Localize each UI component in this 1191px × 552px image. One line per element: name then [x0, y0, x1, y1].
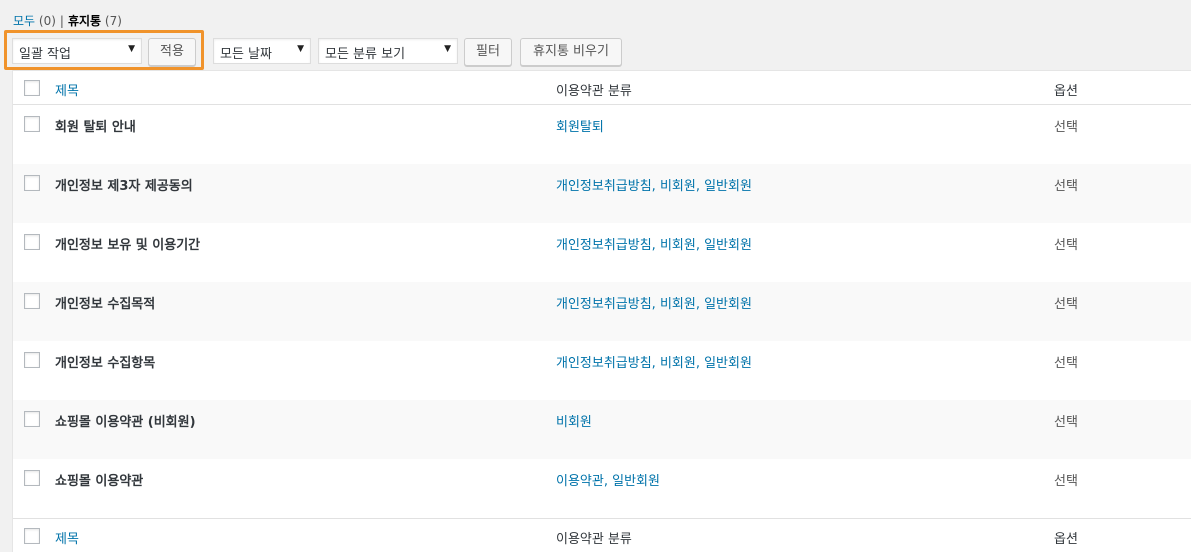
empty-trash-button[interactable]: 휴지통 비우기 [520, 38, 622, 66]
column-option-header: 옵션 [1054, 84, 1078, 99]
row-category-links[interactable]: 개인정보취급방침, 비회원, 일반회원 [556, 293, 752, 312]
bulk-action-select[interactable]: 일괄 작업 ▼ [12, 38, 142, 64]
row-option: 선택 [1054, 179, 1078, 194]
dropdown-arrow-icon: ▼ [444, 44, 451, 54]
row-option: 선택 [1054, 238, 1078, 253]
table-footer-row: 제목 이용약관 분류 옵션 [13, 518, 1191, 552]
column-title-sort-link[interactable]: 제목 [55, 80, 79, 99]
table-row: 쇼핑몰 이용약관 (비회원) 비회원 선택 [13, 400, 1191, 459]
row-option: 선택 [1054, 415, 1078, 430]
terms-table: 제목 이용약관 분류 옵션 회원 탈퇴 안내 회원탈퇴 선택 개인정보 제3자 제공동… [12, 70, 1191, 552]
dropdown-arrow-icon: ▼ [297, 44, 304, 54]
row-option: 선택 [1054, 120, 1078, 135]
column-option-header: 옵션 [1054, 532, 1078, 547]
category-filter-value: 모든 분류 보기 [325, 47, 406, 62]
filter-all-label: 모두 [13, 14, 36, 28]
date-filter-value: 모든 날짜 [220, 47, 272, 62]
row-checkbox[interactable] [24, 470, 40, 486]
filter-separator: | [59, 14, 64, 28]
column-category-header: 이용약관 분류 [556, 84, 632, 99]
table-row: 개인정보 수집목적 개인정보취급방침, 비회원, 일반회원 선택 [13, 282, 1191, 341]
row-category-links[interactable]: 개인정보취급방침, 비회원, 일반회원 [556, 234, 752, 253]
row-checkbox[interactable] [24, 411, 40, 427]
row-category-links[interactable]: 개인정보취급방침, 비회원, 일반회원 [556, 352, 752, 371]
row-category-links[interactable]: 회원탈퇴 [556, 116, 604, 135]
row-title-link[interactable]: 개인정보 제3자 제공동의 [55, 175, 193, 194]
row-option: 선택 [1054, 474, 1078, 489]
row-title-link[interactable]: 쇼핑몰 이용약관 [55, 470, 143, 489]
row-checkbox[interactable] [24, 352, 40, 368]
row-option: 선택 [1054, 356, 1078, 371]
select-all-checkbox[interactable] [24, 80, 40, 96]
row-title-link[interactable]: 회원 탈퇴 안내 [55, 116, 136, 135]
column-category-header: 이용약관 분류 [556, 532, 632, 547]
filter-trash-label: 휴지통 [67, 14, 102, 28]
row-checkbox[interactable] [24, 293, 40, 309]
row-checkbox[interactable] [24, 234, 40, 250]
row-option: 선택 [1054, 297, 1078, 312]
table-row: 개인정보 보유 및 이용기간 개인정보취급방침, 비회원, 일반회원 선택 [13, 223, 1191, 282]
row-title-link[interactable]: 개인정보 수집항목 [55, 352, 155, 371]
row-checkbox[interactable] [24, 116, 40, 132]
filter-trash-link[interactable]: 휴지통 [68, 14, 101, 28]
column-title-sort-link[interactable]: 제목 [55, 528, 79, 547]
table-row: 개인정보 제3자 제공동의 개인정보취급방침, 비회원, 일반회원 선택 [13, 164, 1191, 223]
table-row: 개인정보 수집항목 개인정보취급방침, 비회원, 일반회원 선택 [13, 341, 1191, 400]
table-row: 회원 탈퇴 안내 회원탈퇴 선택 [13, 105, 1191, 164]
filter-button[interactable]: 필터 [464, 38, 512, 66]
category-filter-select[interactable]: 모든 분류 보기 ▼ [318, 38, 458, 64]
row-title-link[interactable]: 쇼핑몰 이용약관 (비회원) [55, 411, 196, 430]
row-category-links[interactable]: 개인정보취급방침, 비회원, 일반회원 [556, 175, 752, 194]
apply-button[interactable]: 적용 [148, 38, 196, 66]
row-category-links[interactable]: 이용약관, 일반회원 [556, 470, 660, 489]
table-row: 쇼핑몰 이용약관 이용약관, 일반회원 선택 [13, 459, 1191, 518]
row-checkbox[interactable] [24, 175, 40, 191]
dropdown-arrow-icon: ▼ [128, 44, 135, 54]
filter-all-link[interactable]: 모두 (0) [13, 14, 56, 28]
status-filter-links: 모두 (0) | 휴지통 (7) [13, 12, 122, 29]
filter-all-count: (0) [38, 14, 56, 28]
select-all-checkbox[interactable] [24, 528, 40, 544]
row-category-links[interactable]: 비회원 [556, 411, 592, 430]
row-title-link[interactable]: 개인정보 보유 및 이용기간 [55, 234, 200, 253]
table-header-row: 제목 이용약관 분류 옵션 [13, 71, 1191, 105]
bulk-action-value: 일괄 작업 [19, 47, 71, 62]
filter-trash-count: (7) [104, 14, 122, 28]
table-toolbar: 일괄 작업 ▼ 적용 모든 날짜 ▼ 모든 분류 보기 ▼ 필터 휴지통 비우기 [0, 30, 1191, 70]
row-title-link[interactable]: 개인정보 수집목적 [55, 293, 155, 312]
date-filter-select[interactable]: 모든 날짜 ▼ [213, 38, 311, 64]
